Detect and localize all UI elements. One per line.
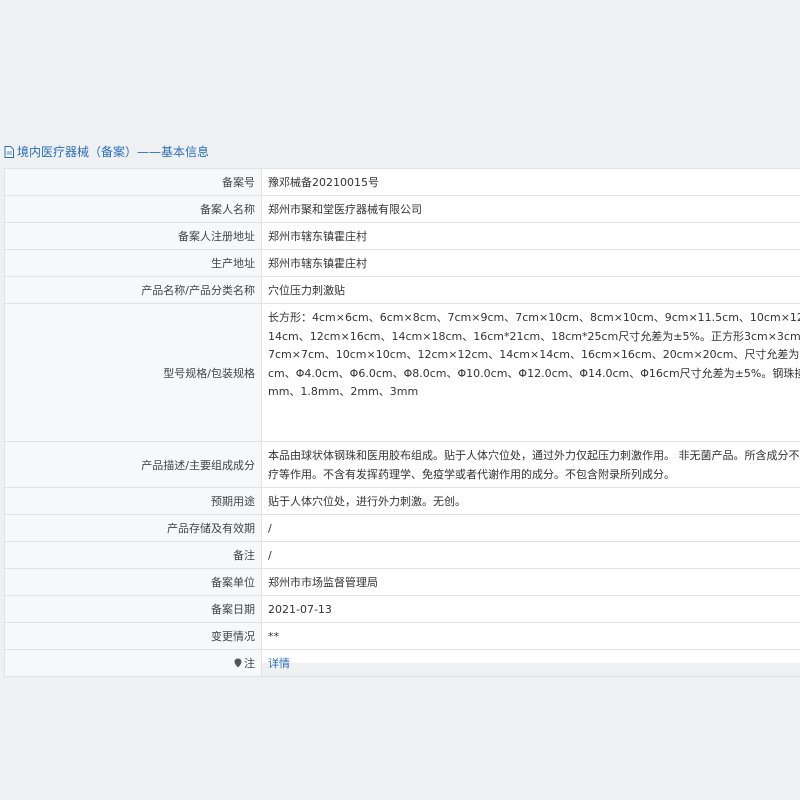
document-icon	[4, 145, 14, 158]
value-remark: /	[261, 541, 800, 569]
value-date: 2021-07-13	[261, 595, 800, 623]
row-prod-address: 生产地址 郑州市辖东镇霍庄村	[4, 249, 800, 277]
row-remark: 备注 /	[4, 541, 800, 569]
row-date: 备案日期 2021-07-13	[4, 595, 800, 623]
row-description: 产品描述/主要组成成分 本品由球状体钢珠和医用胶布组成。贴于人体穴位处，通过外力…	[4, 441, 800, 488]
row-applicant: 备案人名称 郑州市聚和堂医疗器械有限公司	[4, 195, 800, 223]
spec-line: 长方形：4cm×6cm、6cm×8cm、7cm×9cm、7cm×10cm、8cm…	[268, 311, 800, 324]
label-storage: 产品存储及有效期	[4, 514, 262, 542]
label-note: 注	[4, 649, 262, 677]
row-note: 注 详情	[4, 649, 800, 677]
value-applicant: 郑州市聚和堂医疗器械有限公司	[261, 195, 800, 223]
spec-line: cm、Φ4.0cm、Φ6.0cm、Φ8.0cm、Φ10.0cm、Φ12.0cm、…	[268, 366, 800, 380]
row-intended-use: 预期用途 贴于人体穴位处，进行外力刺激。无创。	[4, 487, 800, 515]
info-table: 备案号 豫邓械备20210015号 备案人名称 郑州市聚和堂医疗器械有限公司 备…	[4, 168, 800, 677]
label-intended-use: 预期用途	[4, 487, 262, 515]
description-line: 疗等作用。不含有发挥药理学、免疫学或者代谢作用的成分。不包含附录所列成分。	[268, 467, 675, 481]
details-link[interactable]: 详情	[268, 657, 290, 670]
label-prod-address: 生产地址	[4, 249, 262, 277]
page-title-text: 境内医疗器械（备案）——基本信息	[17, 145, 210, 159]
row-reg-address: 备案人注册地址 郑州市辖东镇霍庄村	[4, 222, 800, 250]
value-changes: **	[261, 622, 800, 650]
label-applicant: 备案人名称	[4, 195, 262, 223]
value-spec: 长方形：4cm×6cm、6cm×8cm、7cm×9cm、7cm×10cm、8cm…	[261, 303, 800, 442]
label-record-no: 备案号	[4, 168, 262, 196]
label-date: 备案日期	[4, 595, 262, 623]
label-product-name: 产品名称/产品分类名称	[4, 276, 262, 304]
value-reg-address: 郑州市辖东镇霍庄村	[261, 222, 800, 250]
page-title: 境内医疗器械（备案）——基本信息	[4, 143, 209, 160]
value-product-name: 穴位压力刺激贴	[261, 276, 800, 304]
value-intended-use: 贴于人体穴位处，进行外力刺激。无创。	[261, 487, 800, 515]
label-authority: 备案单位	[4, 568, 262, 596]
label-reg-address: 备案人注册地址	[4, 222, 262, 250]
value-description: 本品由球状体钢珠和医用胶布组成。贴于人体穴位处，通过外力仅起压力刺激作用。 非无…	[261, 441, 800, 488]
row-changes: 变更情况 **	[4, 622, 800, 650]
row-storage: 产品存储及有效期 /	[4, 514, 800, 542]
spec-line: 14cm、12cm×16cm、14cm×18cm、16cm*21cm、18cm*…	[268, 329, 800, 343]
row-record-no: 备案号 豫邓械备20210015号	[4, 168, 800, 196]
description-line: 本品由球状体钢珠和医用胶布组成。贴于人体穴位处，通过外力仅起压力刺激作用。 非无…	[268, 449, 800, 462]
value-authority: 郑州市市场监督管理局	[261, 568, 800, 596]
value-prod-address: 郑州市辖东镇霍庄村	[261, 249, 800, 277]
pin-icon	[234, 658, 242, 668]
value-record-no: 豫邓械备20210015号	[261, 168, 800, 196]
row-authority: 备案单位 郑州市市场监督管理局	[4, 568, 800, 596]
spec-line: 7cm×7cm、10cm×10cm、12cm×12cm、14cm×14cm、16…	[268, 348, 800, 361]
label-note-text: 注	[244, 657, 255, 670]
value-storage: /	[261, 514, 800, 542]
value-note: 详情	[261, 649, 800, 677]
label-description: 产品描述/主要组成成分	[4, 441, 262, 488]
label-changes: 变更情况	[4, 622, 262, 650]
label-remark: 备注	[4, 541, 262, 569]
row-spec: 型号规格/包装规格 长方形：4cm×6cm、6cm×8cm、7cm×9cm、7c…	[4, 303, 800, 442]
label-spec: 型号规格/包装规格	[4, 303, 262, 442]
info-card: 备案号 豫邓械备20210015号 备案人名称 郑州市聚和堂医疗器械有限公司 备…	[4, 168, 800, 677]
row-product-name: 产品名称/产品分类名称 穴位压力刺激贴	[4, 276, 800, 304]
spec-line: mm、1.8mm、2mm、3mm	[268, 385, 419, 398]
